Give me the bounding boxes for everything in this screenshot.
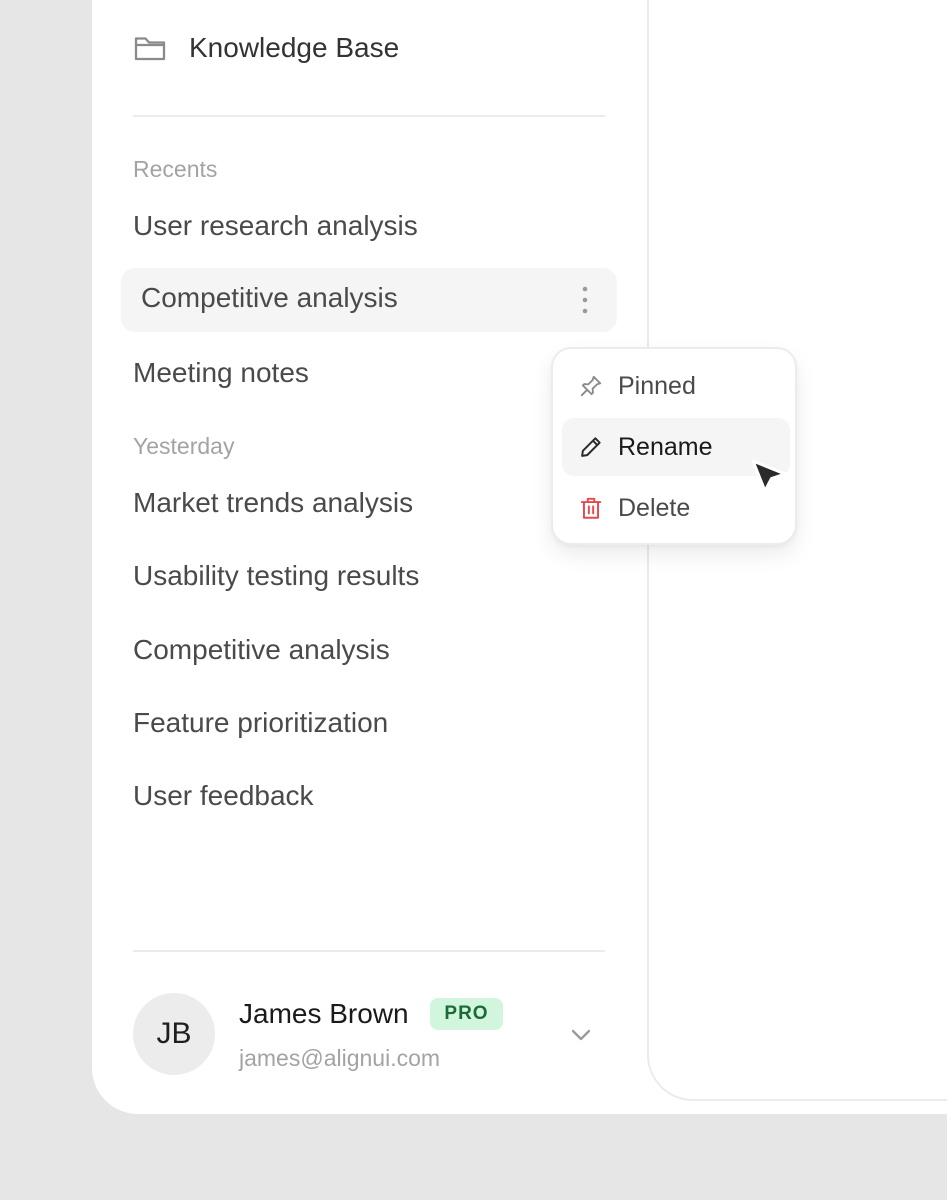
pro-badge: PRO	[430, 998, 503, 1030]
more-vertical-icon[interactable]	[573, 282, 597, 318]
knowledge-base-label: Knowledge Base	[189, 32, 400, 63]
nav-item-feature-prioritization[interactable]: Feature prioritization	[133, 707, 388, 739]
nav-item-user-research-analysis[interactable]: User research analysis	[133, 210, 418, 242]
menu-item-pinned[interactable]: Pinned	[562, 357, 790, 415]
chevron-down-icon[interactable]	[567, 1021, 595, 1049]
pencil-icon	[576, 432, 606, 462]
trash-icon	[576, 493, 606, 523]
menu-item-label: Delete	[618, 493, 691, 522]
divider	[133, 950, 605, 952]
main-content-panel	[647, 0, 947, 1101]
section-label-recents: Recents	[133, 156, 218, 182]
nav-item-market-trends-analysis[interactable]: Market trends analysis	[133, 487, 413, 519]
user-name: James Brown	[239, 998, 409, 1029]
menu-item-label: Rename	[618, 432, 713, 461]
nav-item-meeting-notes[interactable]: Meeting notes	[133, 357, 309, 389]
context-menu: Pinned Rename Delete	[551, 347, 797, 545]
avatar: JB	[133, 993, 215, 1075]
folder-icon	[133, 28, 173, 68]
mouse-cursor-icon	[748, 455, 790, 497]
user-email: james@alignui.com	[239, 1045, 441, 1071]
nav-item-competitive-analysis-active[interactable]: Competitive analysis	[121, 268, 617, 332]
nav-item-label: Competitive analysis	[141, 282, 398, 313]
section-label-yesterday: Yesterday	[133, 433, 235, 459]
divider	[133, 115, 605, 117]
pin-icon	[576, 371, 606, 401]
knowledge-base-link[interactable]: Knowledge Base	[133, 28, 399, 68]
nav-item-competitive-analysis[interactable]: Competitive analysis	[133, 634, 390, 666]
nav-item-user-feedback[interactable]: User feedback	[133, 780, 314, 812]
menu-item-label: Pinned	[618, 371, 696, 400]
nav-item-usability-testing-results[interactable]: Usability testing results	[133, 560, 419, 592]
